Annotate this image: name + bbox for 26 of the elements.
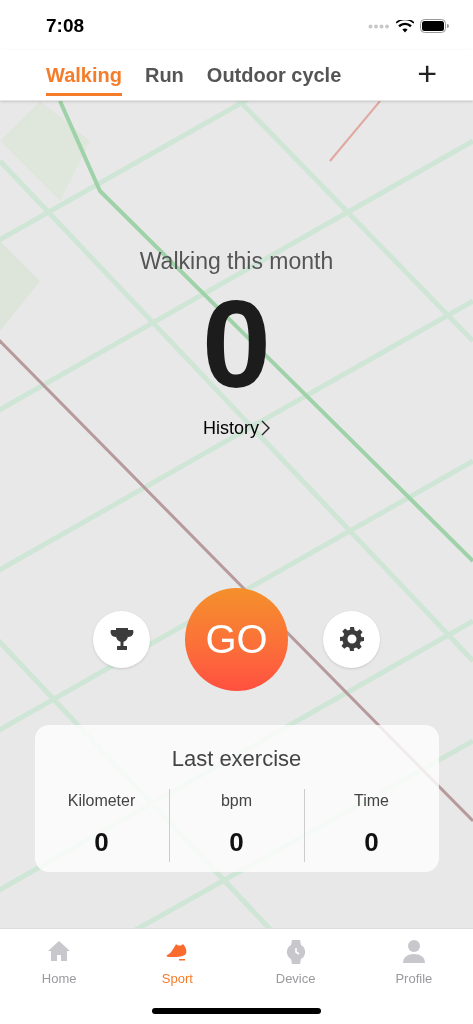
add-button[interactable]: + [417, 56, 437, 94]
nav-tab[interactable]: Profile [354, 939, 473, 989]
trophy-icon [108, 627, 135, 651]
history-link[interactable]: History [203, 414, 270, 442]
stat-value: 0 [229, 825, 244, 859]
wifi-icon [396, 19, 414, 33]
gear-icon [338, 626, 365, 652]
stat-label: Time [354, 790, 389, 811]
person-icon [400, 939, 427, 965]
month-value: 0 [202, 284, 271, 403]
signal-icon [368, 23, 390, 29]
activity-tab[interactable]: Run [144, 54, 184, 96]
battery-icon [420, 19, 449, 33]
activity-tab[interactable]: Walking [46, 54, 122, 96]
nav-tab[interactable]: Device [236, 939, 355, 989]
stat-value: 0 [364, 825, 379, 859]
status-time: 7:08 [46, 13, 85, 38]
chevron-icon [261, 420, 270, 436]
nav-tab[interactable]: Sport [118, 939, 237, 989]
stat-label: bpm [220, 790, 253, 811]
activity-tab[interactable]: Outdoor cycle [206, 54, 342, 96]
nav-tab[interactable]: Home [0, 939, 119, 989]
month-title: Walking this month [139, 247, 334, 276]
stat-label: Kilometer [67, 790, 136, 811]
stat-value: 0 [94, 825, 109, 859]
card-title: Last exercise [171, 744, 302, 773]
